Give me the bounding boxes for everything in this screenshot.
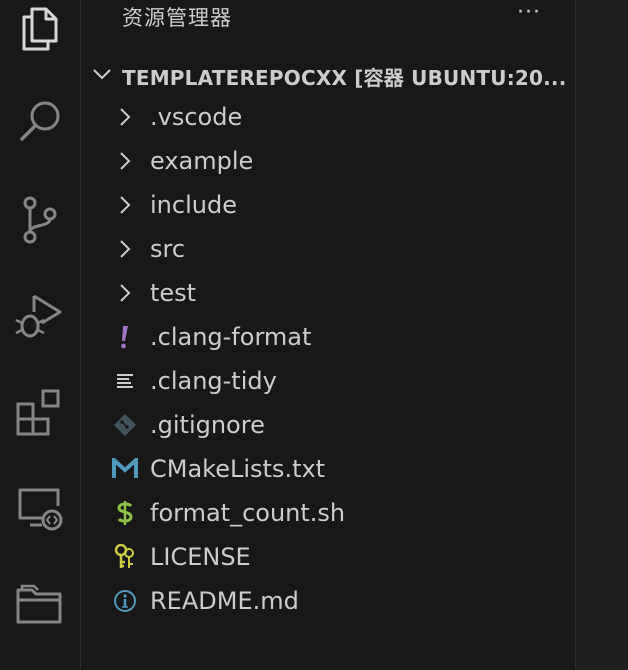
dollar-icon bbox=[111, 501, 139, 525]
tree-item-label: include bbox=[150, 191, 237, 219]
search-icon[interactable] bbox=[0, 82, 80, 162]
tree-item-label: CMakeLists.txt bbox=[150, 455, 326, 483]
tree-file-format-count[interactable]: format_count.sh bbox=[81, 491, 575, 535]
activity-bar bbox=[0, 0, 81, 670]
tree-item-label: src bbox=[150, 235, 186, 263]
vscode-window: 资源管理器 ··· TEMPLATEREPOCXX [容器 UBUNTU:20.… bbox=[0, 0, 628, 670]
m-icon bbox=[111, 457, 139, 481]
key-icon bbox=[111, 544, 139, 569]
tree-file-clang-tidy[interactable]: .clang-tidy bbox=[81, 359, 575, 403]
chevron-down-icon bbox=[93, 69, 111, 80]
tree-item-label: .vscode bbox=[150, 103, 243, 131]
more-actions-button[interactable]: ··· bbox=[509, 0, 549, 30]
lines-icon bbox=[111, 369, 139, 393]
explorer-sidebar: 资源管理器 ··· TEMPLATEREPOCXX [容器 UBUNTU:20.… bbox=[81, 0, 576, 670]
tree-file-clang-format[interactable]: .clang-format bbox=[81, 315, 575, 359]
tree-item-label: test bbox=[150, 279, 197, 307]
workspace-title: TEMPLATEREPOCXX [容器 UBUNTU:20... bbox=[122, 66, 567, 90]
tree-folder-src[interactable]: src bbox=[81, 227, 575, 271]
tree-item-label: .clang-format bbox=[150, 323, 312, 351]
remote-explorer-icon[interactable] bbox=[0, 468, 80, 548]
run-debug-icon[interactable] bbox=[0, 276, 80, 356]
chevron-right-icon bbox=[111, 105, 139, 129]
file-tree: .vscode example include src test .clang-… bbox=[81, 95, 575, 623]
source-control-icon[interactable] bbox=[0, 180, 80, 260]
tree-item-label: README.md bbox=[150, 587, 299, 615]
chevron-right-icon bbox=[111, 281, 139, 305]
folder-icon[interactable] bbox=[0, 564, 80, 644]
exclamation-icon bbox=[111, 325, 139, 349]
chevron-right-icon bbox=[111, 193, 139, 217]
tree-item-label: LICENSE bbox=[150, 543, 251, 571]
tree-folder-test[interactable]: test bbox=[81, 271, 575, 315]
tree-folder-vscode[interactable]: .vscode bbox=[81, 95, 575, 139]
chevron-right-icon bbox=[111, 237, 139, 261]
workspace-section-header[interactable]: TEMPLATEREPOCXX [容器 UBUNTU:20... bbox=[81, 54, 575, 94]
tree-item-label: .gitignore bbox=[150, 411, 265, 439]
tree-file-cmakelists[interactable]: CMakeLists.txt bbox=[81, 447, 575, 491]
tree-file-readme[interactable]: README.md bbox=[81, 579, 575, 623]
extensions-icon[interactable] bbox=[0, 372, 80, 452]
git-icon bbox=[111, 413, 139, 437]
chevron-right-icon bbox=[111, 149, 139, 173]
tree-folder-include[interactable]: include bbox=[81, 183, 575, 227]
sidebar-title: 资源管理器 bbox=[122, 6, 232, 30]
tree-item-label: example bbox=[150, 147, 254, 175]
info-icon bbox=[111, 589, 139, 613]
editor-area bbox=[576, 0, 628, 670]
tree-folder-example[interactable]: example bbox=[81, 139, 575, 183]
explorer-icon[interactable] bbox=[0, 0, 80, 68]
tree-item-label: format_count.sh bbox=[150, 499, 346, 527]
tree-item-label: .clang-tidy bbox=[150, 367, 277, 395]
tree-file-license[interactable]: LICENSE bbox=[81, 535, 575, 579]
sidebar-header: 资源管理器 ··· bbox=[81, 0, 575, 34]
tree-file-gitignore[interactable]: .gitignore bbox=[81, 403, 575, 447]
